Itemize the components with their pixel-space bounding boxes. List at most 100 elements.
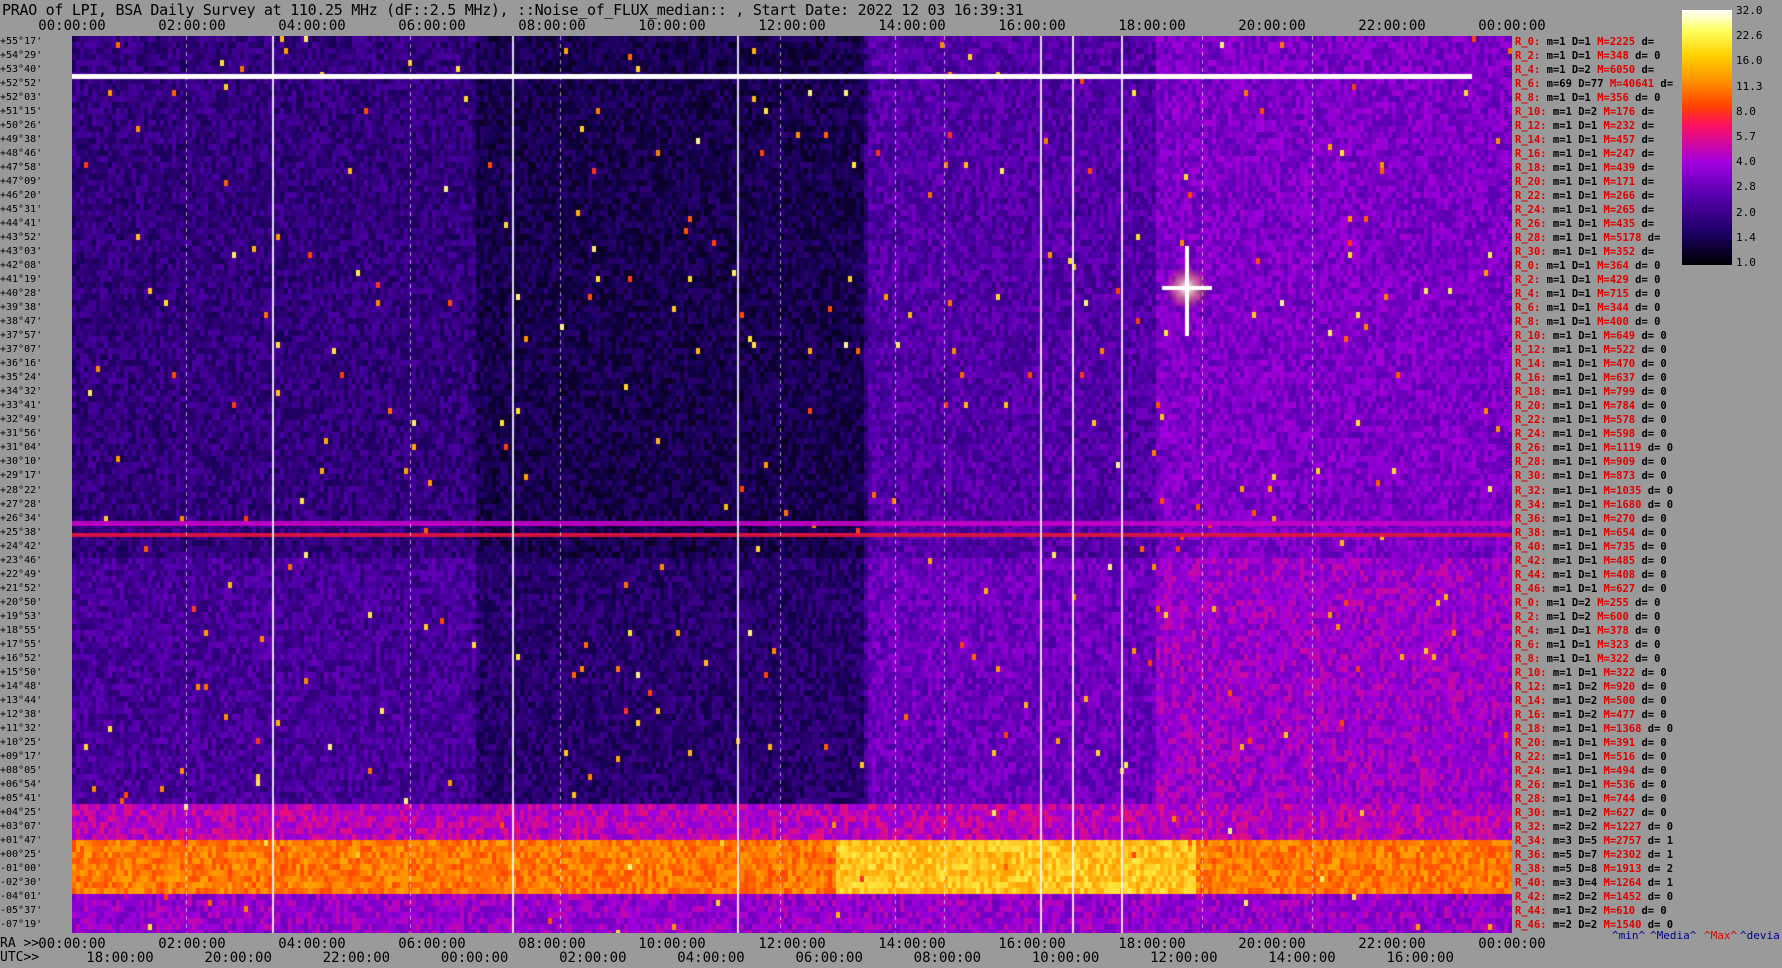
stat-row-id: R_28: [1515,792,1547,805]
stat-row-dev: d= [1635,120,1661,133]
utc-prefix: UTC>> [0,950,40,965]
declination-label: +16°52' [0,652,43,664]
declination-label: +29°17' [0,470,43,482]
stat-row: R_38: m=5 D=8 M=1913 d= 2 [1515,863,1673,875]
stat-row-md: m=1 D=1 [1546,190,1604,203]
stat-row-md: m=1 D=1 [1546,176,1604,189]
stat-row-max: M=600 [1597,610,1629,623]
stat-row-max: M=457 [1603,134,1636,147]
stat-row-id: R_12: [1515,680,1547,693]
stat-row-id: R_14: [1515,358,1547,371]
stat-row: R_44: m=1 D=1 M=408 d= 0 [1515,569,1667,581]
stat-row: R_30: m=1 D=1 M=352 d= [1515,246,1660,258]
stat-row-max: M=654 [1603,526,1636,539]
stat-row-max: M=265 [1603,204,1636,217]
stat-row: R_4: m=1 D=1 M=715 d= 0 [1515,288,1660,300]
stat-row: R_28: m=1 D=1 M=909 d= 0 [1515,456,1667,468]
utc-axis-tick: 12:00:00 [1150,950,1218,966]
stat-row: R_10: m=1 D=1 M=649 d= 0 [1515,330,1667,342]
stat-row: R_2: m=1 D=1 M=348 d= 0 [1515,50,1660,62]
stat-row-md: m=1 D=2 [1546,106,1604,119]
stat-row-id: R_18: [1515,722,1547,735]
stat-row-max: M=356 [1597,92,1629,105]
declination-label: +10°25' [0,736,43,748]
stat-row: R_14: m=1 D=1 M=457 d= [1515,134,1660,146]
declination-label: +55°17' [0,36,43,47]
stat-row-id: R_10: [1515,106,1547,119]
stat-row-md: m=3 D=5 [1546,834,1604,847]
stat-row-max: M=2225 [1597,36,1636,48]
top-axis-tick: 22:00:00 [1358,18,1426,34]
stat-row: R_32: m=2 D=2 M=1227 d= 0 [1515,821,1673,833]
declination-label: +48°46' [0,148,43,160]
stat-row-id: R_0: [1515,596,1541,609]
declination-label: -07°19' [0,918,43,930]
stat-row-dev: d= 0 [1628,652,1661,665]
stat-row-md: m=1 D=1 [1546,526,1604,539]
declination-label: +06°54' [0,778,43,790]
declination-label: +46°20' [0,190,43,202]
stat-row: R_30: m=1 D=1 M=873 d= 0 [1515,470,1667,482]
stat-row-dev: d= 0 [1635,330,1667,343]
stat-row-dev: d= [1635,36,1661,48]
stat-row: R_36: m=1 D=1 M=270 d= 0 [1515,513,1667,525]
stat-row-dev: d= 0 [1635,708,1667,721]
declination-label: +35°24' [0,372,43,384]
declination-label: +27°28' [0,498,43,510]
declination-label: +09°17' [0,750,43,762]
stat-row-max: M=470 [1603,358,1636,371]
stat-row-id: R_0: [1515,36,1541,48]
stat-row-max: M=352 [1603,246,1636,259]
utc-axis-tick: 02:00:00 [559,950,627,966]
stat-row: R_12: m=1 D=1 M=232 d= [1515,120,1660,132]
stat-row-dev: d= 0 [1628,638,1661,651]
stat-row-md: m=1 D=1 [1546,330,1604,343]
declination-label: -05°37' [0,904,43,916]
stat-row-md: m=1 D=2 [1546,806,1604,819]
stat-row: R_20: m=1 D=1 M=171 d= [1515,176,1660,188]
stat-row-max: M=40641 [1609,78,1655,91]
stat-row-id: R_34: [1515,498,1547,511]
stat-row-md: m=1 D=1 [1546,778,1604,791]
heatmap-plot-area [72,36,1512,933]
declination-label: +17°55' [0,638,43,650]
stat-row-md: m=1 D=1 [1546,232,1604,245]
stat-row-max: M=485 [1603,554,1636,567]
stat-row-dev: d= 0 [1635,400,1667,413]
stat-row-dev: d= 0 [1635,512,1667,525]
stat-row: R_20: m=1 D=1 M=391 d= 0 [1515,737,1667,749]
stat-row-md: m=1 D=1 [1546,722,1604,735]
stat-row-id: R_46: [1515,582,1547,595]
stat-row-md: m=1 D=1 [1540,624,1598,637]
declination-label: +00°25' [0,848,43,860]
stat-row: R_32: m=1 D=1 M=1035 d= 0 [1515,485,1673,497]
declination-label: +04°25' [0,806,43,818]
stat-row-max: M=799 [1603,386,1636,399]
stat-row-dev: d= 0 [1635,540,1667,553]
stat-row-dev: d= 0 [1635,806,1667,819]
stat-row-dev: d= 0 [1635,428,1667,441]
stat-row-dev: d= 0 [1628,274,1661,287]
ra-prefix: RA >> [0,936,40,951]
stat-row-max: M=1680 [1603,498,1642,511]
stat-row-md: m=1 D=1 [1546,218,1604,231]
colorbar-tick: 4.0 [1736,155,1756,169]
stat-row: R_18: m=1 D=1 M=439 d= [1515,162,1660,174]
stat-row-dev: d= [1635,148,1661,161]
top-axis-tick: 06:00:00 [398,18,466,34]
top-axis-tick: 04:00:00 [278,18,346,34]
stat-row: R_28: m=1 D=1 M=744 d= 0 [1515,793,1667,805]
declination-label: +47°58' [0,162,43,174]
stat-row-dev: d= 0 [1641,442,1674,455]
stat-row-md: m=3 D=4 [1546,876,1604,889]
stat-row-id: R_38: [1515,526,1547,539]
stat-row-max: M=909 [1603,456,1636,469]
utc-axis-tick: 16:00:00 [1386,950,1454,966]
stat-row-dev: d= [1635,162,1661,175]
stat-row-dev: d= 1 [1641,876,1674,889]
stat-row-max: M=610 [1603,904,1636,917]
stat-row-md: m=1 D=1 [1546,736,1604,749]
stat-row-dev: d= 0 [1635,372,1667,385]
stat-row-id: R_40: [1515,876,1547,889]
top-axis-tick: 16:00:00 [998,18,1066,34]
